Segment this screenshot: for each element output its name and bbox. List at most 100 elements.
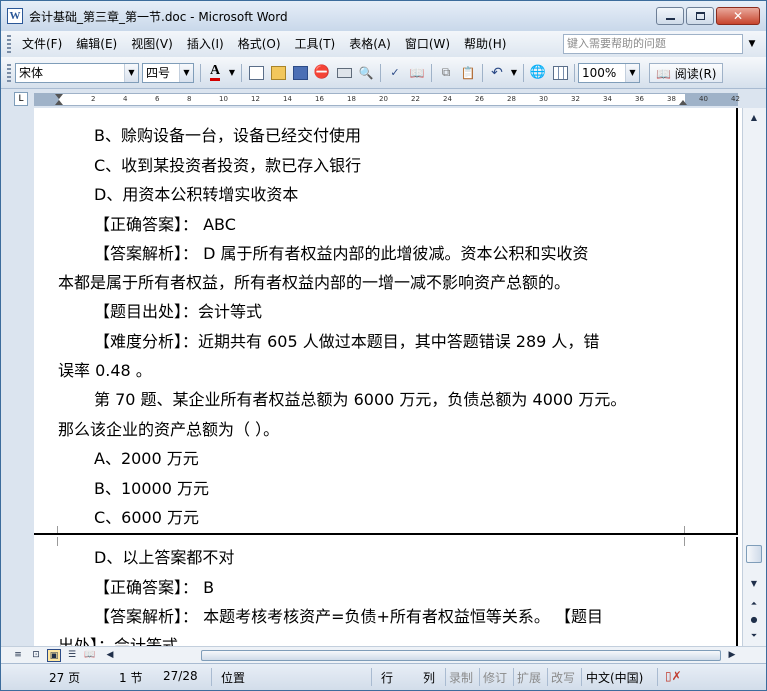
reading-layout-button[interactable]: 📖 阅读(R): [649, 62, 724, 83]
page[interactable]: B、赊购设备一台，设备已经交付使用 C、收到某投资者投资，款已存入银行 D、用资…: [34, 108, 738, 646]
select-browse-object-icon[interactable]: ●: [745, 612, 763, 628]
close-button[interactable]: ✕: [716, 7, 760, 25]
zoom-select[interactable]: 100% ▼: [578, 62, 640, 83]
menu-tools[interactable]: 工具(T): [288, 34, 343, 54]
research-icon: 📖: [409, 65, 425, 80]
table-icon: [552, 65, 568, 80]
web-view-icon[interactable]: ⊡: [29, 649, 43, 662]
status-column[interactable]: 列: [423, 669, 435, 686]
copy-button[interactable]: ⧉: [436, 63, 456, 83]
horizontal-scrollbar[interactable]: ≡ ⊡ ▣ ☰ 📖 ◀ ▶: [1, 646, 766, 663]
save-button[interactable]: [290, 63, 310, 83]
paste-button[interactable]: 📋: [458, 63, 478, 83]
toolbar-grip[interactable]: [7, 63, 11, 82]
normal-view-icon[interactable]: ≡: [11, 649, 25, 662]
scroll-right-icon[interactable]: ▶: [725, 649, 739, 662]
next-page-icon[interactable]: ⏷: [745, 628, 763, 644]
ruler-right-margin: [685, 94, 737, 105]
paragraph[interactable]: D、以上答案都不对: [94, 548, 234, 568]
menu-edit[interactable]: 编辑(E): [69, 34, 124, 54]
status-page[interactable]: 27 页: [49, 669, 80, 686]
status-ext[interactable]: 扩展: [517, 669, 541, 686]
document-area[interactable]: B、赊购设备一台，设备已经交付使用 C、收到某投资者投资，款已存入银行 D、用资…: [1, 108, 742, 646]
horizontal-ruler[interactable]: 2 4 6 8 10 12 14 16 18 20 22 24 26 28 30 32 34 36 38 40 42: [34, 93, 740, 106]
font-name-select[interactable]: 宋体 ▼: [15, 62, 139, 83]
minimize-button[interactable]: [656, 7, 684, 25]
menu-insert[interactable]: 插入(I): [180, 34, 231, 54]
tab-selector[interactable]: L: [14, 92, 28, 106]
paragraph[interactable]: 【难度分析】：近期共有 605 人做过本题目，其中答题错误 289 人，错: [94, 332, 599, 352]
menu-view[interactable]: 视图(V): [124, 34, 180, 54]
table-button[interactable]: [550, 63, 570, 83]
outline-view-icon[interactable]: ☰: [65, 649, 79, 662]
print-preview-button[interactable]: 🔍: [356, 63, 376, 83]
menu-help[interactable]: 帮助(H): [457, 34, 513, 54]
paragraph[interactable]: 误率 0.48 。: [58, 361, 152, 381]
paragraph[interactable]: B、10000 万元: [94, 479, 209, 499]
chevron-down-icon[interactable]: ▼: [179, 63, 193, 82]
paragraph[interactable]: 出处】：会计等式: [58, 636, 178, 646]
paragraph[interactable]: 【答案解析】： 本题考核考核资产=负债+所有者权益恒等关系。 【题目: [94, 607, 603, 627]
status-rec[interactable]: 录制: [449, 669, 473, 686]
print-layout-view-icon[interactable]: ▣: [47, 649, 61, 662]
permission-button[interactable]: ⛔: [312, 63, 332, 83]
paragraph[interactable]: A、2000 万元: [94, 449, 199, 469]
status-position[interactable]: 位置: [221, 669, 245, 686]
help-question-input[interactable]: 键入需要帮助的问题: [563, 34, 743, 54]
paragraph[interactable]: B、赊购设备一台，设备已经交付使用: [94, 126, 361, 146]
status-language[interactable]: 中文(中国): [586, 669, 643, 686]
paragraph[interactable]: 【正确答案】： B: [94, 578, 214, 598]
help-dropdown-icon[interactable]: ▼: [743, 34, 761, 54]
scroll-up-icon[interactable]: ▲: [745, 110, 763, 126]
status-trk[interactable]: 修订: [483, 669, 507, 686]
chevron-down-icon[interactable]: ▼: [625, 63, 639, 82]
research-button[interactable]: 📖: [407, 63, 427, 83]
font-color-dropdown[interactable]: ▼: [227, 63, 237, 83]
print-button[interactable]: [334, 63, 354, 83]
ruler-tick-label: 22: [411, 95, 420, 103]
right-indent-marker[interactable]: [679, 100, 687, 105]
vertical-scrollbar[interactable]: ▲ ▼ ⏶ ● ⏷: [742, 108, 766, 646]
paragraph[interactable]: 本都是属于所有者权益，所有者权益内部的一增一减不影响资产总额的。: [58, 273, 570, 293]
status-section[interactable]: 1 节: [119, 669, 142, 686]
reading-view-icon[interactable]: 📖: [83, 649, 97, 662]
scroll-left-icon[interactable]: ◀: [103, 649, 117, 662]
menu-format[interactable]: 格式(O): [231, 34, 288, 54]
status-line[interactable]: 行: [381, 669, 393, 686]
previous-page-icon[interactable]: ⏶: [745, 596, 763, 612]
spelling-button[interactable]: ✓: [385, 63, 405, 83]
menu-grip[interactable]: [7, 35, 11, 53]
new-doc-button[interactable]: [246, 63, 266, 83]
first-line-indent-marker[interactable]: [55, 94, 63, 99]
paragraph[interactable]: C、6000 万元: [94, 508, 199, 528]
print-preview-icon: 🔍: [358, 65, 374, 80]
paragraph[interactable]: 【正确答案】： ABC: [94, 215, 236, 235]
paragraph[interactable]: 【答案解析】： D 属于所有者权益内部的此增彼减。资本公积和实收资: [94, 244, 589, 264]
toolbar-separator: [482, 63, 483, 82]
spelling-status-icon[interactable]: ▯✗: [665, 669, 682, 683]
paragraph[interactable]: C、收到某投资者投资，款已存入银行: [94, 156, 361, 176]
horizontal-scroll-thumb[interactable]: [201, 650, 721, 661]
open-button[interactable]: [268, 63, 288, 83]
menu-window[interactable]: 窗口(W): [398, 34, 457, 54]
paragraph[interactable]: 【题目出处】：会计等式: [94, 302, 262, 322]
status-ovr[interactable]: 改写: [551, 669, 575, 686]
undo-button[interactable]: ↶: [487, 63, 507, 83]
menu-file[interactable]: 文件(F): [15, 34, 69, 54]
scroll-down-icon[interactable]: ▼: [745, 576, 763, 592]
paragraph[interactable]: 第 70 题、某企业所有者权益总额为 6000 万元，负债总额为 4000 万元…: [94, 390, 626, 410]
font-size-select[interactable]: 四号 ▼: [142, 62, 194, 83]
status-separator: [547, 668, 548, 686]
menu-table[interactable]: 表格(A): [342, 34, 398, 54]
hyperlink-button[interactable]: 🌐: [528, 63, 548, 83]
undo-dropdown[interactable]: ▼: [509, 63, 519, 83]
status-page-of[interactable]: 27/28: [163, 669, 198, 683]
paragraph[interactable]: D、用资本公积转增实收资本: [94, 185, 298, 205]
scroll-thumb[interactable]: [746, 545, 762, 563]
paragraph[interactable]: 那么该企业的资产总额为（ ）。: [58, 420, 279, 440]
hanging-indent-marker[interactable]: [55, 100, 63, 105]
maximize-button[interactable]: [686, 7, 714, 25]
chevron-down-icon[interactable]: ▼: [124, 63, 138, 82]
font-color-button[interactable]: A: [205, 63, 225, 83]
word-app-icon[interactable]: W: [7, 8, 23, 24]
